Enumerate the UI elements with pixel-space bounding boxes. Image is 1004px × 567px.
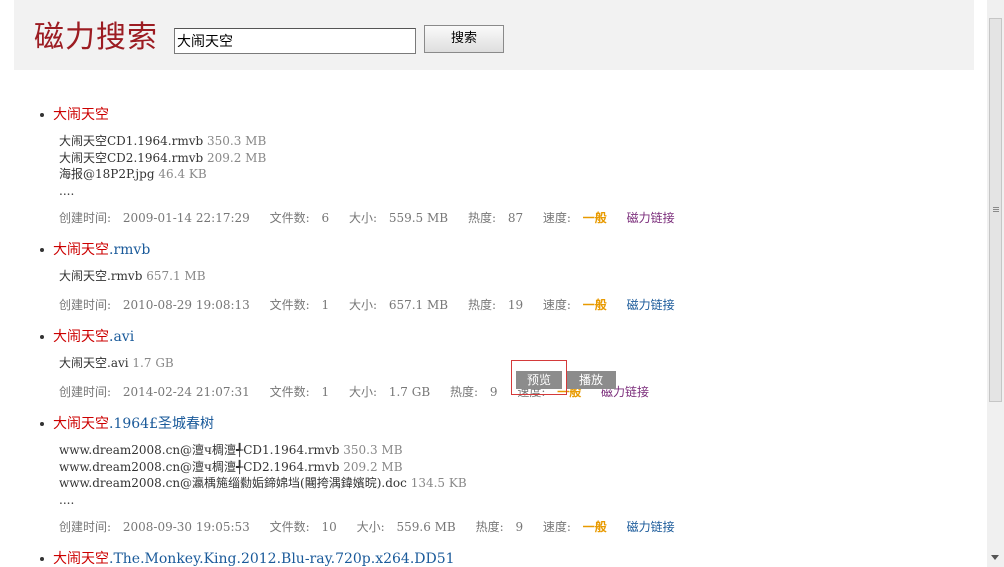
file-count: 文件数: 1 xyxy=(269,385,330,399)
bullet xyxy=(40,422,44,426)
play-button[interactable]: 播放 xyxy=(566,371,616,389)
file-list: 大闹天空.avi 1.7 GB xyxy=(59,355,174,372)
result-item: 大闹天空.The.Monkey.King.2012.Blu-ray.720p.x… xyxy=(40,550,940,567)
grip-icon xyxy=(993,209,999,210)
total-size: 大小: 559.5 MB xyxy=(348,211,449,225)
created-time: 创建时间: 2008-09-30 19:05:53 xyxy=(59,520,250,534)
result-item: 大闹天空.1964£圣城春树 www.dream2008.cn@澶ч椆澶╃CD1… xyxy=(40,415,940,545)
total-size: 大小: 559.6 MB xyxy=(356,520,456,534)
grip-icon xyxy=(993,211,999,212)
file-entry: 海报@18P2P.jpg 46.4 KB xyxy=(59,167,207,181)
bullet xyxy=(40,335,44,339)
heat: 热度: 19 xyxy=(467,298,524,312)
file-entry: 大闹天空CD1.1964.rmvb 350.3 MB xyxy=(59,134,267,148)
result-item: 大闹天空.rmvb 大闹天空.rmvb 657.1 MB 创建时间: 2010-… xyxy=(40,241,940,321)
result-title[interactable]: 大闹天空 xyxy=(53,106,109,124)
file-count: 文件数: 10 xyxy=(269,520,337,534)
file-entry: 大闹天空.avi 1.7 GB xyxy=(59,356,174,370)
focus-highlight xyxy=(511,360,567,395)
speed: 速度: 一般 xyxy=(542,520,607,534)
result-item: 大闹天空.avi 大闹天空.avi 1.7 GB 创建时间: 2014-02-2… xyxy=(40,328,940,408)
result-meta: 创建时间: 2008-09-30 19:05:53 文件数: 10 大小: 55… xyxy=(59,519,683,535)
file-list: www.dream2008.cn@澶ч椆澶╃CD1.1964.rmvb 350.… xyxy=(59,442,467,508)
result-meta: 创建时间: 2009-01-14 22:17:29 文件数: 6 大小: 559… xyxy=(59,210,683,226)
bullet xyxy=(40,248,44,252)
file-list: 大闹天空.rmvb 657.1 MB xyxy=(59,268,206,285)
file-count: 文件数: 6 xyxy=(269,211,330,225)
scrollbar-thumb[interactable] xyxy=(989,18,1002,402)
heat: 热度: 87 xyxy=(467,211,524,225)
header-bar: 磁力搜索 搜索 xyxy=(14,0,974,70)
file-entry: 大闹天空CD2.1964.rmvb 209.2 MB xyxy=(59,150,267,165)
magnet-link[interactable]: 磁力链接 xyxy=(627,298,675,312)
file-entry: www.dream2008.cn@澶ч椆澶╃CD2.1964.rmvb 209.… xyxy=(59,459,403,474)
total-size: 大小: 657.1 MB xyxy=(348,298,449,312)
scroll-down-arrow-icon[interactable] xyxy=(991,555,999,560)
file-entry: www.dream2008.cn@澶ч椆澶╃CD1.1964.rmvb 350.… xyxy=(59,443,403,457)
result-title[interactable]: 大闹天空.The.Monkey.King.2012.Blu-ray.720p.x… xyxy=(53,550,455,567)
result-title[interactable]: 大闹天空.1964£圣城春树 xyxy=(53,415,214,433)
file-count: 文件数: 1 xyxy=(269,298,330,312)
more-files-ellipsis: .... xyxy=(59,183,75,198)
created-time: 创建时间: 2010-08-29 19:08:13 xyxy=(59,298,250,312)
file-list: 大闹天空CD1.1964.rmvb 350.3 MB 大闹天空CD2.1964.… xyxy=(59,133,266,199)
site-logo[interactable]: 磁力搜索 xyxy=(34,18,158,58)
magnet-link[interactable]: 磁力链接 xyxy=(627,211,675,225)
created-time: 创建时间: 2014-02-24 21:07:31 xyxy=(59,385,250,399)
search-input[interactable] xyxy=(174,28,416,54)
result-title[interactable]: 大闹天空.rmvb xyxy=(53,241,150,259)
result-title[interactable]: 大闹天空.avi xyxy=(53,328,134,346)
more-files-ellipsis: .... xyxy=(59,492,75,507)
file-entry: 大闹天空.rmvb 657.1 MB xyxy=(59,269,206,283)
created-time: 创建时间: 2009-01-14 22:17:29 xyxy=(59,211,250,225)
bullet xyxy=(40,557,44,561)
result-meta: 创建时间: 2010-08-29 19:08:13 文件数: 1 大小: 657… xyxy=(59,297,683,313)
total-size: 大小: 1.7 GB xyxy=(348,385,431,399)
heat: 热度: 9 xyxy=(475,520,524,534)
bullet xyxy=(40,113,44,117)
speed: 速度: 一般 xyxy=(542,298,607,312)
magnet-link[interactable]: 磁力链接 xyxy=(627,520,675,534)
speed: 速度: 一般 xyxy=(542,211,607,225)
grip-icon xyxy=(993,207,999,208)
vertical-scrollbar[interactable] xyxy=(987,0,1004,567)
heat: 热度: 9 xyxy=(449,385,498,399)
result-item: 大闹天空 大闹天空CD1.1964.rmvb 350.3 MB 大闹天空CD2.… xyxy=(40,106,940,236)
file-entry: www.dream2008.cn@瀛楀箷缁勬姤鍗婂垱(闀挎湡鍏嬪晥).doc 1… xyxy=(59,476,467,490)
search-button[interactable]: 搜索 xyxy=(424,25,504,53)
